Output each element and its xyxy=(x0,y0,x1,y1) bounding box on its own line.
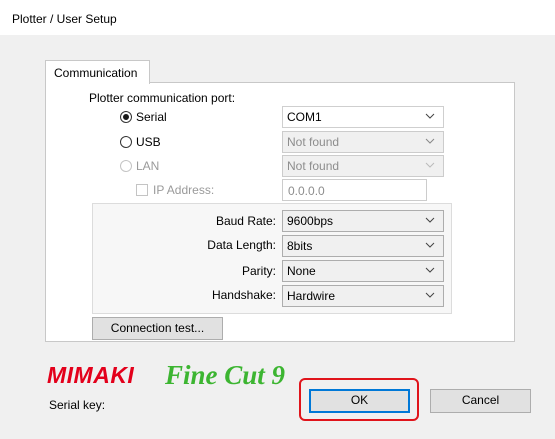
port-heading: Plotter communication port: xyxy=(89,91,236,105)
lan-radio[interactable] xyxy=(120,160,132,172)
chevron-down-icon xyxy=(425,138,435,144)
ok-highlight-frame xyxy=(299,378,419,421)
lan-label: LAN xyxy=(136,159,160,173)
mimaki-finecut-logo: MIMAKI Fine Cut 9 xyxy=(47,360,286,390)
serial-label: Serial xyxy=(136,110,167,124)
serial-key-label: Serial key: xyxy=(49,398,106,412)
chevron-down-icon xyxy=(425,113,435,119)
baud-rate-value: 9600bps xyxy=(287,214,334,228)
window-title: Plotter / User Setup xyxy=(12,12,117,26)
parity-label: Parity: xyxy=(241,264,276,278)
usb-port-value: Not found xyxy=(287,135,340,149)
parity-value: None xyxy=(287,264,316,278)
chevron-down-icon xyxy=(425,217,435,223)
handshake-label: Handshake: xyxy=(211,288,276,302)
lan-port-select[interactable]: Not found xyxy=(282,155,444,177)
ip-address-field[interactable]: 0.0.0.0 xyxy=(282,179,427,201)
serial-port-select[interactable]: COM1 xyxy=(282,106,444,128)
baud-rate-label: Baud Rate: xyxy=(215,214,276,228)
lan-port-value: Not found xyxy=(287,159,340,173)
usb-port-select[interactable]: Not found xyxy=(282,131,444,153)
ip-address-value: 0.0.0.0 xyxy=(288,184,325,198)
chevron-down-icon xyxy=(425,242,435,248)
plotter-user-setup-dialog: Plotter / User Setup Communication Plott… xyxy=(0,0,555,439)
ip-address-checkbox[interactable] xyxy=(136,184,148,196)
handshake-value: Hardwire xyxy=(287,289,336,303)
usb-radio[interactable] xyxy=(120,136,132,148)
serial-port-value: COM1 xyxy=(287,110,322,124)
data-length-select[interactable]: 8bits xyxy=(282,235,444,257)
usb-label: USB xyxy=(136,135,161,149)
logo-product-text: Fine Cut 9 xyxy=(164,360,286,390)
chevron-down-icon xyxy=(425,292,435,298)
parity-select[interactable]: None xyxy=(282,260,444,282)
data-length-label: Data Length: xyxy=(207,238,276,252)
chevron-down-icon xyxy=(425,267,435,273)
data-length-value: 8bits xyxy=(287,239,313,253)
tab-communication[interactable]: Communication xyxy=(45,60,150,84)
baud-rate-select[interactable]: 9600bps xyxy=(282,210,444,232)
connection-test-button[interactable]: Connection test... xyxy=(92,317,223,340)
ip-address-label: IP Address: xyxy=(153,183,215,197)
handshake-select[interactable]: Hardwire xyxy=(282,285,444,307)
serial-radio[interactable] xyxy=(120,111,132,123)
chevron-down-icon xyxy=(425,162,435,168)
tab-communication-label: Communication xyxy=(54,66,138,80)
cancel-button[interactable]: Cancel xyxy=(430,389,531,413)
title-bar: Plotter / User Setup xyxy=(0,3,555,35)
logo-brand-text: MIMAKI xyxy=(47,362,134,388)
